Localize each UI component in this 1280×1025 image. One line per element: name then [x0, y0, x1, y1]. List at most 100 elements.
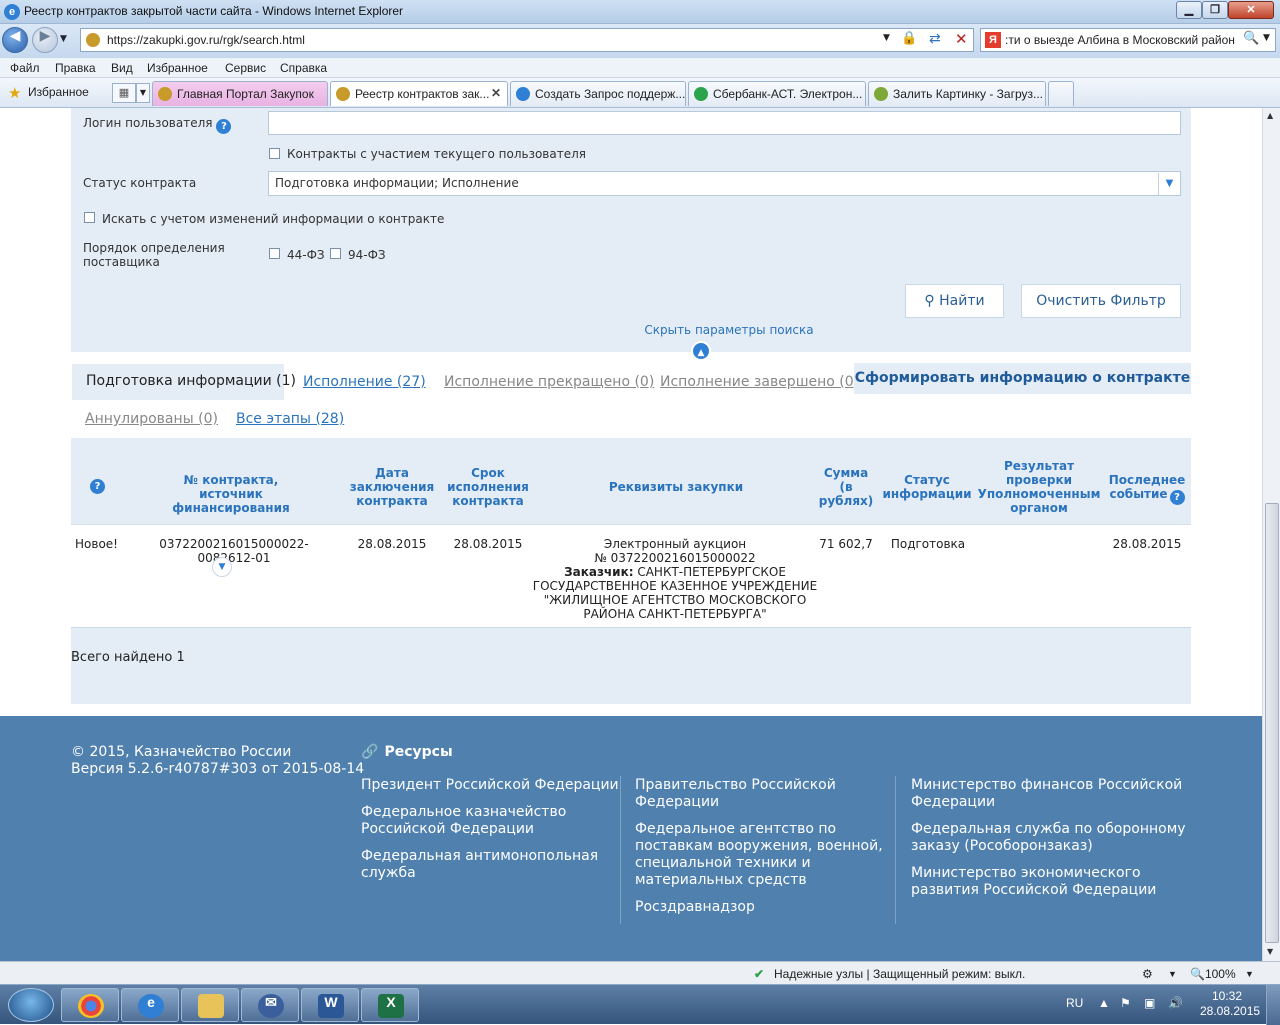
scroll-up-icon[interactable]: ▲ — [1267, 111, 1273, 120]
table-row[interactable]: Новое! 0372200216015000022-0082612-01 ▼ … — [71, 524, 1191, 628]
url-text[interactable]: https://zakupki.gov.ru/rgk/search.html — [107, 33, 305, 47]
menu-tools[interactable]: Сервис — [225, 61, 266, 75]
total-found: Всего найдено 1 — [71, 650, 185, 665]
tab-sberbank-ast[interactable]: Сбербанк-АСТ. Электрон... — [688, 81, 866, 106]
header-sum[interactable]: Сумма (в рублях) — [816, 466, 876, 508]
zoom-dropdown-icon[interactable]: ▼ — [1245, 969, 1254, 979]
tab-close-icon[interactable]: ✕ — [491, 86, 501, 100]
tab-contract-registry[interactable]: Реестр контрактов зак... ✕ — [330, 81, 508, 106]
stop-icon[interactable]: ✕ — [955, 30, 968, 48]
close-button[interactable]: ✕ — [1228, 1, 1274, 19]
back-button[interactable]: ◀ — [2, 27, 28, 53]
header-execution-term[interactable]: Срок исполнения контракта — [443, 466, 533, 508]
tab-label: Главная Портал Закупок — [177, 87, 314, 101]
network-icon[interactable]: ▣ — [1144, 996, 1155, 1010]
search-changes-checkbox[interactable] — [84, 212, 95, 223]
tab-execution[interactable]: Исполнение (27) — [303, 374, 426, 390]
tab-all-stages[interactable]: Все этапы (28) — [236, 411, 344, 427]
show-desktop-button[interactable] — [1266, 985, 1280, 1025]
header-contract-number[interactable]: № контракта, источник финансирования — [151, 473, 311, 515]
find-button[interactable]: ⚲ Найти — [905, 284, 1004, 318]
tab-execution-completed[interactable]: Исполнение завершено (0) — [660, 374, 859, 390]
tab-image-upload[interactable]: Залить Картинку - Загруз... — [868, 81, 1046, 106]
law-44-checkbox[interactable] — [269, 248, 280, 259]
help-icon[interactable]: ? — [90, 479, 105, 494]
scroll-thumb[interactable] — [1265, 503, 1279, 943]
footer-link-treasury[interactable]: Федеральное казначейство Российской Федер… — [361, 804, 566, 838]
menu-help[interactable]: Справка — [280, 61, 327, 75]
search-box[interactable]: Я :ти о выезде Албина в Московский район… — [980, 28, 1276, 52]
security-zone[interactable]: Надежные узлы | Защищенный режим: выкл. — [774, 967, 1025, 981]
footer-link-rosoboronpostavka[interactable]: Федеральное агентство по поставкам вооруж… — [635, 821, 883, 889]
footer-link-roszdravnadzor[interactable]: Росздравнадзор — [635, 899, 755, 916]
lock-icon[interactable]: 🔒 — [901, 31, 917, 47]
header-conclusion-date[interactable]: Дата заключения контракта — [347, 466, 437, 508]
tab-preparation[interactable]: Подготовка информации (1) — [72, 364, 296, 400]
footer-link-president[interactable]: Президент Российской Федерации — [361, 777, 619, 794]
history-dropdown-icon[interactable]: ▼ — [60, 34, 67, 44]
menu-favorites[interactable]: Избранное — [147, 61, 208, 75]
settings-gear-icon[interactable]: ⚙ — [1142, 967, 1153, 981]
excel-icon: X — [378, 994, 404, 1018]
clock[interactable]: 10:32 28.08.2015 — [1200, 989, 1260, 1019]
taskbar-internet-explorer[interactable]: e — [121, 988, 179, 1022]
taskbar-thunderbird[interactable]: ✉ — [241, 988, 299, 1022]
own-contracts-checkbox[interactable] — [269, 148, 280, 159]
header-check-result[interactable]: Результат проверки Уполномоченным органом — [977, 459, 1101, 515]
contract-number[interactable]: 0372200216015000022-0082612-01 — [131, 537, 337, 565]
refresh-icon[interactable]: ⇄ — [929, 31, 941, 47]
input-language[interactable]: RU — [1066, 996, 1083, 1010]
settings-dropdown-icon[interactable]: ▼ — [1168, 969, 1177, 979]
page-scrollbar[interactable]: ▲ ▼ — [1262, 108, 1280, 961]
minimize-button[interactable]: ▁ — [1176, 1, 1202, 19]
action-center-flag-icon[interactable]: ⚑ — [1120, 996, 1131, 1010]
search-input[interactable]: :ти о выезде Албина в Московский район — [1005, 33, 1239, 47]
taskbar-chrome[interactable] — [61, 988, 119, 1022]
taskbar-excel[interactable]: X — [361, 988, 419, 1022]
contract-status-select[interactable]: Подготовка информации; Исполнение ▼ — [268, 171, 1181, 196]
header-last-event[interactable]: Последнее событие? — [1107, 473, 1187, 505]
help-icon[interactable]: ? — [216, 119, 232, 134]
hide-search-params-link[interactable]: Скрыть параметры поиска — [591, 323, 867, 337]
tab-support-request[interactable]: Создать Запрос поддерж... — [510, 81, 686, 106]
tab-execution-stopped[interactable]: Исполнение прекращено (0) — [444, 374, 654, 390]
tab-list-dropdown-icon[interactable]: ▼ — [136, 83, 150, 103]
chevron-down-icon[interactable]: ▼ — [1158, 173, 1180, 195]
header-info-status[interactable]: Статус информации — [881, 473, 973, 501]
new-tab-button[interactable] — [1048, 81, 1074, 106]
menu-file[interactable]: Файл — [10, 61, 40, 75]
forward-button[interactable]: ▶ — [32, 27, 58, 53]
yandex-logo-icon[interactable]: Я — [985, 32, 1001, 48]
search-icon[interactable]: 🔍 — [1243, 31, 1259, 46]
address-bar[interactable]: https://zakupki.gov.ru/rgk/search.html ▼… — [80, 28, 974, 52]
expand-row-icon[interactable]: ▼ — [212, 557, 232, 577]
address-dropdown-icon[interactable]: ▼ — [883, 33, 890, 43]
quick-tabs-icon[interactable]: ▦ — [112, 83, 136, 103]
clear-filter-button[interactable]: Очистить Фильтр — [1021, 284, 1181, 318]
search-dropdown-icon[interactable]: ▼ — [1263, 33, 1270, 43]
footer-link-mineconomy[interactable]: Министерство экономического развития Росс… — [911, 865, 1156, 899]
volume-icon[interactable]: 🔊 — [1168, 996, 1183, 1010]
help-icon[interactable]: ? — [1169, 490, 1185, 505]
start-button[interactable] — [8, 988, 54, 1022]
tab-annulled[interactable]: Аннулированы (0) — [85, 411, 218, 427]
footer-link-government[interactable]: Правительство Российской Федерации — [635, 777, 836, 811]
taskbar-file-explorer[interactable] — [181, 988, 239, 1022]
maximize-button[interactable]: ❐ — [1202, 1, 1228, 19]
taskbar-word[interactable]: W — [301, 988, 359, 1022]
scroll-down-icon[interactable]: ▼ — [1267, 947, 1273, 956]
tab-portal-main[interactable]: Главная Портал Закупок — [152, 81, 328, 106]
show-hidden-icons-icon[interactable]: ▲ — [1098, 996, 1110, 1010]
favorites-star-icon[interactable]: ★ — [8, 84, 21, 102]
chevron-up-icon[interactable]: ▲ — [691, 341, 711, 361]
zoom-level[interactable]: 🔍100% — [1190, 967, 1236, 981]
login-input[interactable] — [268, 111, 1181, 135]
footer-link-fas[interactable]: Федеральная антимонопольная служба — [361, 848, 598, 882]
menu-view[interactable]: Вид — [111, 61, 133, 75]
footer-link-rosoboronzakaz[interactable]: Федеральная служба по оборонному заказу (… — [911, 821, 1186, 855]
menu-edit[interactable]: Правка — [55, 61, 96, 75]
law-94-checkbox[interactable] — [330, 248, 341, 259]
favorites-button[interactable]: Избранное — [28, 85, 89, 99]
form-contract-info-button[interactable]: Сформировать информацию о контракте — [854, 363, 1191, 394]
footer-link-minfin[interactable]: Министерство финансов Российской Федераци… — [911, 777, 1182, 811]
